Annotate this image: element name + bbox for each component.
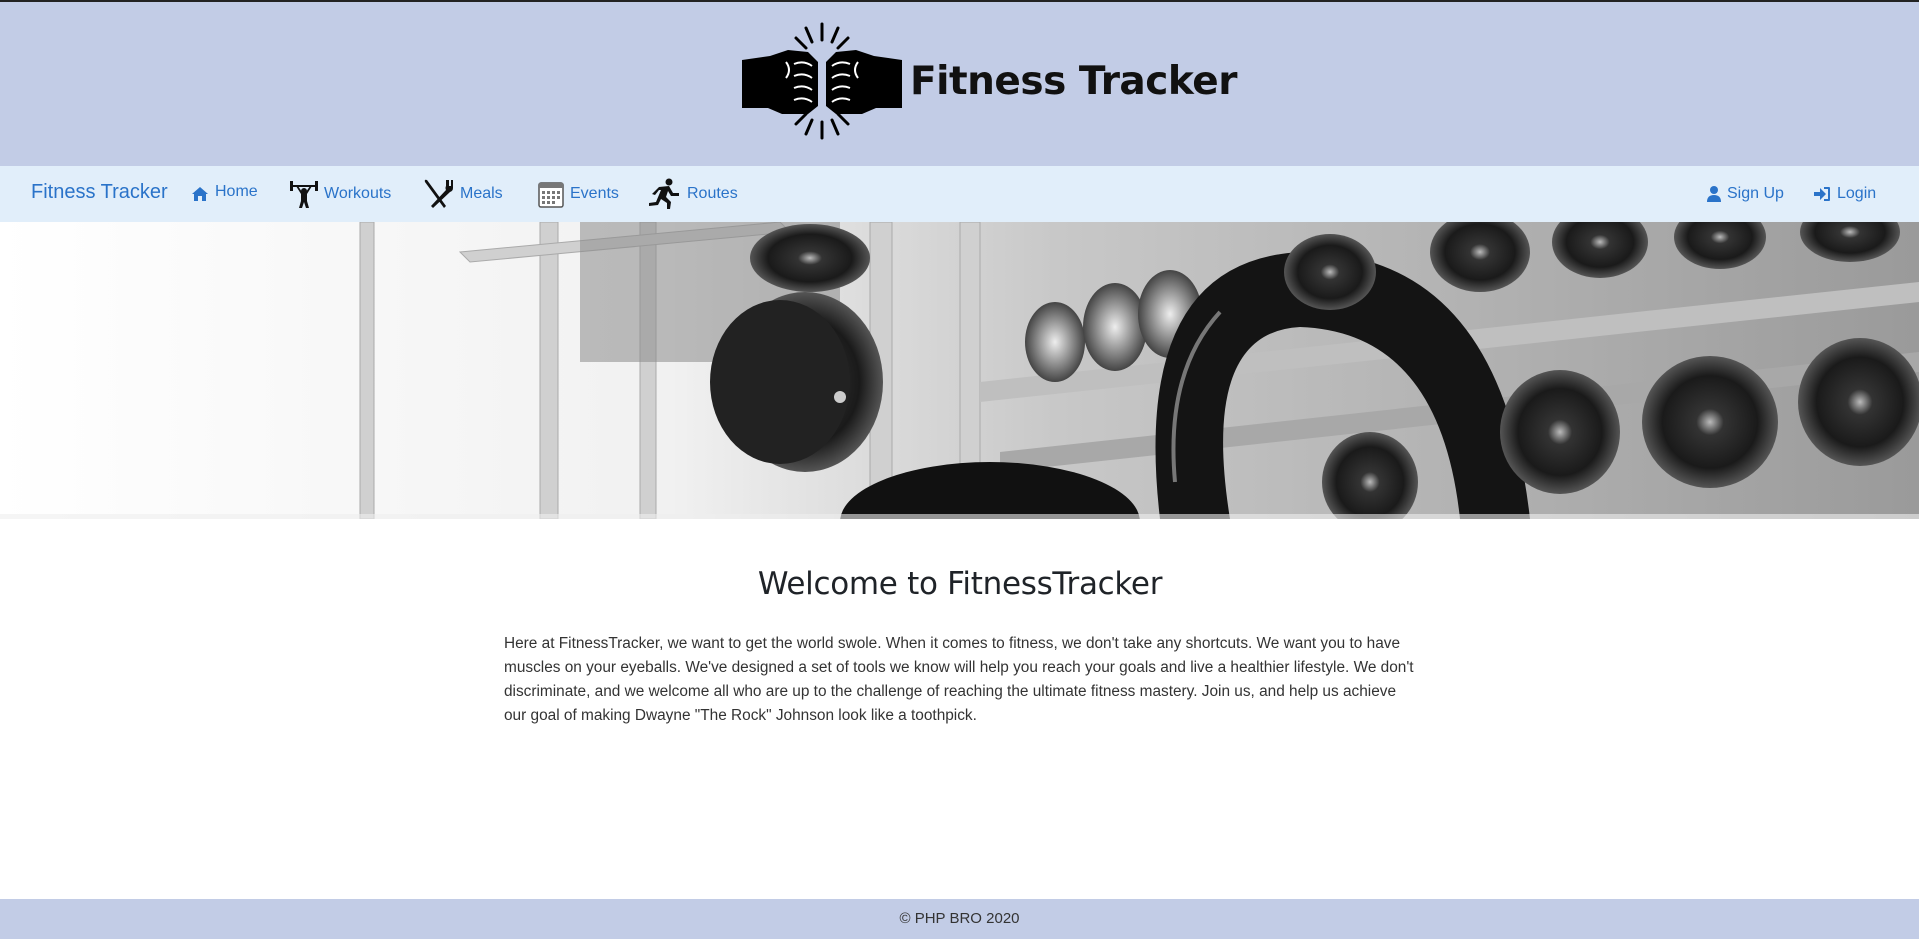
main-navbar: Fitness Tracker Home Workouts Meals Even…	[0, 166, 1919, 222]
nav-item-meals[interactable]: Meals	[424, 166, 503, 222]
nav-item-routes[interactable]: Routes	[647, 166, 738, 222]
home-icon	[191, 186, 209, 202]
main-content: Welcome to FitnessTracker Here at Fitnes…	[504, 566, 1416, 728]
gym-dumbbells-image	[0, 222, 1919, 519]
site-footer: © PHP BRO 2020	[0, 899, 1919, 939]
fist-bump-icon	[742, 22, 902, 140]
site-title: Fitness Tracker	[910, 58, 1237, 104]
copyright-text: © PHP BRO 2020	[899, 910, 1020, 927]
hero-banner	[0, 222, 1919, 519]
nav-item-login[interactable]: Login	[1814, 166, 1876, 222]
intro-paragraph: Here at FitnessTracker, we want to get t…	[504, 635, 1414, 724]
nav-item-label: Home	[215, 183, 258, 200]
calendar-icon	[538, 180, 564, 208]
nav-item-sign-up[interactable]: Sign Up	[1707, 166, 1784, 222]
nav-item-label: Events	[570, 185, 619, 202]
utensils-icon	[424, 178, 454, 210]
sign-in-icon	[1814, 186, 1831, 202]
site-header: Fitness Tracker	[0, 2, 1919, 166]
navbar-brand-link[interactable]: Fitness Tracker	[31, 181, 168, 204]
nav-item-events[interactable]: Events	[538, 166, 619, 222]
nav-item-workouts[interactable]: Workouts	[290, 166, 391, 222]
header-brand: Fitness Tracker	[742, 22, 1237, 140]
nav-item-home[interactable]: Home	[191, 166, 258, 222]
nav-item-label: Meals	[460, 185, 503, 202]
nav-item-label: Workouts	[324, 185, 392, 202]
user-icon	[1707, 186, 1721, 202]
nav-item-label: Sign Up	[1727, 185, 1784, 202]
page-title: Welcome to FitnessTracker	[757, 566, 1163, 602]
nav-item-label: Routes	[687, 185, 738, 202]
runner-icon	[647, 178, 681, 210]
weightlifter-icon	[290, 179, 318, 209]
nav-item-label: Login	[1837, 185, 1877, 202]
